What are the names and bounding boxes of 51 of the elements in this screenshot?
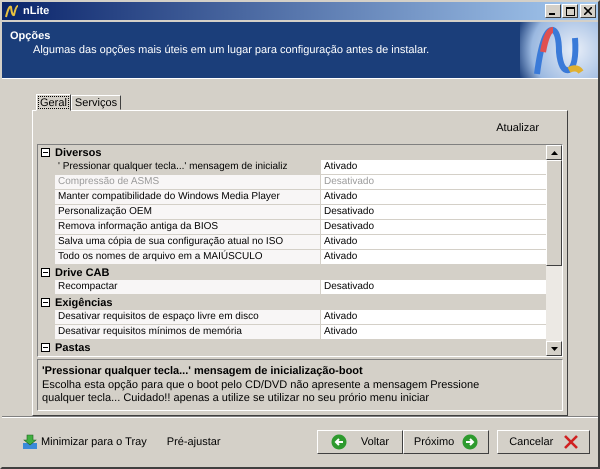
option-name[interactable]: Recompactar [55,280,321,295]
scroll-up-icon [550,150,558,154]
option-value[interactable]: Ativado [321,190,546,205]
option-value[interactable]: Ativado [321,310,546,325]
cancel-button[interactable]: Cancelar [497,430,590,454]
group-title: Exigências [55,296,112,308]
refresh-link[interactable]: Atualizar [496,122,539,134]
back-button[interactable]: Voltar [317,430,403,454]
group-title: Drive CAB [55,266,110,278]
scrollbar[interactable] [546,145,562,356]
description-text: Escolha esta opção para que o boot pelo CD/DVD não apresente a mensagem Pressione qualquer tecla... Cuidado!! apenas a utilize se utilizar no seu prório menu iniciar [42,379,480,405]
close-button[interactable] [580,4,596,18]
tab[interactable]: Geral [36,94,71,111]
scroll-down-icon [550,346,558,350]
option-value[interactable]: Ativado [321,325,546,340]
header-title: Opções [10,30,52,42]
option-name[interactable]: Salva uma cópia de sua configuração atual no ISO [55,235,321,250]
option-name[interactable]: Desativar requisitos mínimos de memória [55,325,321,340]
group-title: Diversos [55,146,102,158]
window-title: nLite [23,5,50,17]
collapse-icon[interactable] [41,148,50,157]
option-name[interactable]: Remova informação antiga da BIOS [55,220,321,235]
option-value[interactable]: Desativado [321,205,546,220]
option-value[interactable]: Ativado [321,250,546,265]
option-value[interactable]: Desativado [321,280,546,295]
option-value[interactable]: Ativado [321,235,546,250]
option-value[interactable]: Ativado [321,160,546,175]
app-logo-icon [4,4,20,18]
tab[interactable]: Serviços [70,95,122,110]
arrow-left-icon [330,434,347,450]
tray-download-icon [22,434,38,450]
group-title: Pastas [55,342,90,354]
minimize-to-tray-button[interactable]: Minimizar para o Tray [22,434,147,450]
collapse-icon[interactable] [41,268,50,277]
option-name[interactable]: Desativar requisitos de espaço livre em disco [55,310,321,325]
collapse-icon[interactable] [41,343,50,352]
next-button[interactable]: Próximo [403,430,489,454]
close-icon [584,7,592,15]
option-value[interactable]: Desativado [321,220,546,235]
option-name[interactable]: Personalização OEM [55,205,321,220]
close-icon [564,435,578,449]
description-title: 'Pressionar qualquer tecla...' mensagem de inicialização-boot [42,365,364,377]
preset-button[interactable]: Pré-ajustar [166,436,221,448]
header-subtitle: Algumas das opções mais úteis em um lugar para configuração antes de instalar. [32,44,430,56]
arrow-right-icon [462,434,478,450]
maximize-button[interactable] [562,4,578,18]
minimize-button[interactable] [545,4,561,18]
option-name[interactable]: Todo os nomes de arquivo em a MAIÚSCULO [55,250,321,265]
collapse-icon[interactable] [41,298,50,307]
maximize-icon [566,6,574,16]
option-name[interactable]: Manter compatibilidade do Windows Media Player [55,190,321,205]
